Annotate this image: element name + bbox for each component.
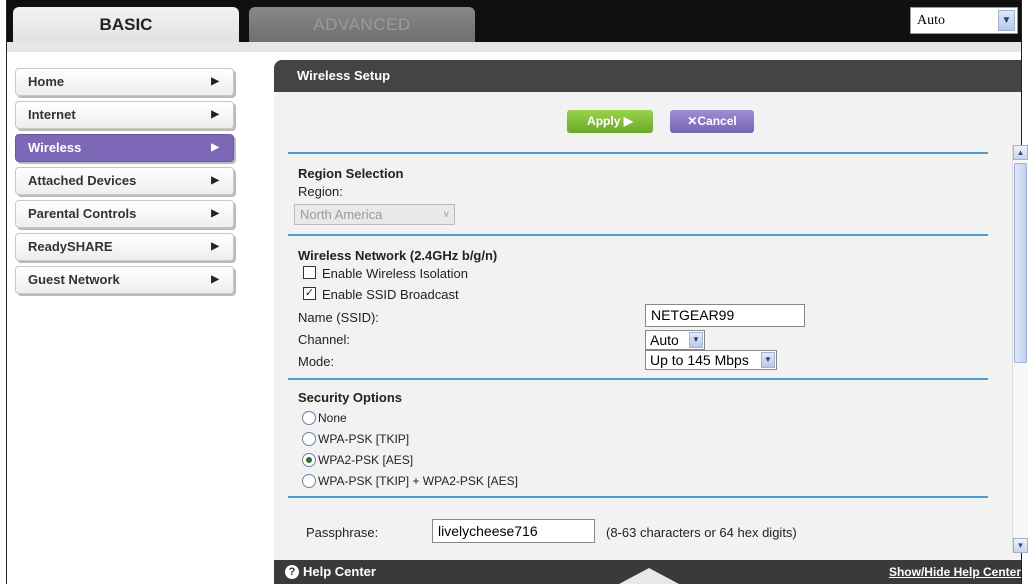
sidebar-item-home[interactable]: Home ▶ — [15, 68, 234, 96]
tab-underbar — [7, 42, 1021, 52]
security-radio-none[interactable] — [302, 411, 316, 425]
passphrase-label: Passphrase: — [306, 525, 379, 540]
divider — [288, 496, 988, 498]
security-option-label: None — [318, 411, 347, 425]
region-label: Region: — [298, 184, 343, 199]
channel-select[interactable]: Auto ▼ — [645, 330, 705, 350]
divider — [288, 152, 988, 154]
passphrase-hint: (8-63 characters or 64 hex digits) — [606, 525, 797, 540]
region-heading: Region Selection — [298, 166, 404, 181]
wireless-isolation-checkbox[interactable] — [303, 266, 316, 279]
wireless-heading: Wireless Network (2.4GHz b/g/n) — [298, 248, 498, 263]
mode-select[interactable]: Up to 145 Mbps ▼ — [645, 350, 777, 370]
triangle-right-icon: ▶ — [211, 274, 219, 285]
security-radio-wpa2-psk[interactable] — [302, 453, 316, 467]
scrollbar-thumb[interactable] — [1014, 163, 1027, 363]
security-radio-wpa-psk[interactable] — [302, 432, 316, 446]
help-center-label[interactable]: Help Center — [303, 560, 376, 584]
channel-select-value: Auto — [650, 332, 679, 348]
triangle-right-icon: ▶ — [211, 241, 219, 252]
sidebar-item-guest-network[interactable]: Guest Network ▶ — [15, 266, 234, 294]
divider — [288, 378, 988, 380]
wireless-isolation-label: Enable Wireless Isolation — [322, 266, 468, 281]
ssid-broadcast-checkbox[interactable]: ✓ — [303, 287, 316, 300]
divider — [288, 234, 988, 236]
chevron-down-icon[interactable]: ▼ — [998, 10, 1015, 31]
help-center-bar: ? Help Center Show/Hide Help Center — [274, 560, 1021, 584]
language-select[interactable]: Auto ▼ — [910, 7, 1018, 34]
region-select[interactable]: North America ∨ — [294, 204, 455, 225]
mode-select-value: Up to 145 Mbps — [650, 352, 749, 368]
sidebar-item-wireless[interactable]: Wireless ▶ — [15, 134, 234, 162]
security-option-label: WPA-PSK [TKIP] — [318, 432, 410, 446]
sidebar-item-label: Wireless — [28, 140, 82, 155]
chevron-down-icon: ▼ — [689, 332, 703, 348]
security-radio-wpa-wpa2-mixed[interactable] — [302, 474, 316, 488]
passphrase-input[interactable]: livelycheese716 — [432, 519, 595, 543]
show-hide-help-link[interactable]: Show/Hide Help Center — [889, 560, 1021, 584]
page-title: Wireless Setup — [274, 60, 1021, 92]
triangle-right-icon: ▶ — [211, 76, 219, 87]
sidebar-item-readyshare[interactable]: ReadySHARE ▶ — [15, 233, 234, 261]
chevron-down-icon: ∨ — [442, 209, 450, 220]
triangle-right-icon: ▶ — [211, 109, 219, 120]
mode-label: Mode: — [298, 354, 335, 369]
sidebar-item-attached-devices[interactable]: Attached Devices ▶ — [15, 167, 234, 195]
sidebar-item-label: ReadySHARE — [28, 239, 113, 254]
chevron-down-icon: ▼ — [761, 352, 775, 368]
ssid-name-label: Name (SSID): — [298, 310, 379, 325]
apply-button[interactable]: Apply ▶ — [567, 110, 653, 133]
security-option-label: WPA2-PSK [AES] — [318, 453, 414, 467]
scroll-down-icon[interactable]: ▼ — [1013, 538, 1028, 553]
channel-label: Channel: — [298, 332, 351, 347]
ssid-name-input[interactable]: NETGEAR99 — [645, 304, 805, 327]
triangle-right-icon: ▶ — [211, 175, 219, 186]
region-select-value: North America — [300, 207, 383, 222]
expand-triangle-icon[interactable] — [619, 568, 679, 584]
triangle-right-icon: ▶ — [211, 208, 219, 219]
tab-advanced[interactable]: ADVANCED — [249, 7, 475, 42]
tab-basic[interactable]: BASIC — [13, 7, 239, 42]
help-icon[interactable]: ? — [285, 565, 299, 579]
triangle-right-icon: ▶ — [211, 142, 219, 153]
security-option-label: WPA-PSK [TKIP] + WPA2-PSK [AES] — [318, 474, 518, 488]
security-heading: Security Options — [298, 390, 403, 405]
sidebar-item-label: Parental Controls — [28, 206, 137, 221]
sidebar-item-label: Attached Devices — [28, 173, 137, 188]
cancel-button[interactable]: ✕Cancel — [670, 110, 754, 133]
sidebar-item-label: Guest Network — [28, 272, 120, 287]
sidebar-item-label: Internet — [28, 107, 76, 122]
scroll-up-icon[interactable]: ▲ — [1013, 145, 1028, 160]
scrollbar[interactable]: ▲ ▼ — [1012, 145, 1028, 553]
radio-selected-dot — [306, 457, 312, 463]
checkmark-icon: ✓ — [304, 287, 315, 299]
sidebar-item-parental-controls[interactable]: Parental Controls ▶ — [15, 200, 234, 228]
sidebar-nav: Home ▶ Internet ▶ Wireless ▶ Attached De… — [15, 68, 234, 299]
sidebar-item-internet[interactable]: Internet ▶ — [15, 101, 234, 129]
ssid-broadcast-label: Enable SSID Broadcast — [322, 287, 459, 302]
frame-left-border — [6, 0, 7, 584]
language-select-value: Auto — [917, 13, 945, 28]
sidebar-item-label: Home — [28, 74, 65, 89]
